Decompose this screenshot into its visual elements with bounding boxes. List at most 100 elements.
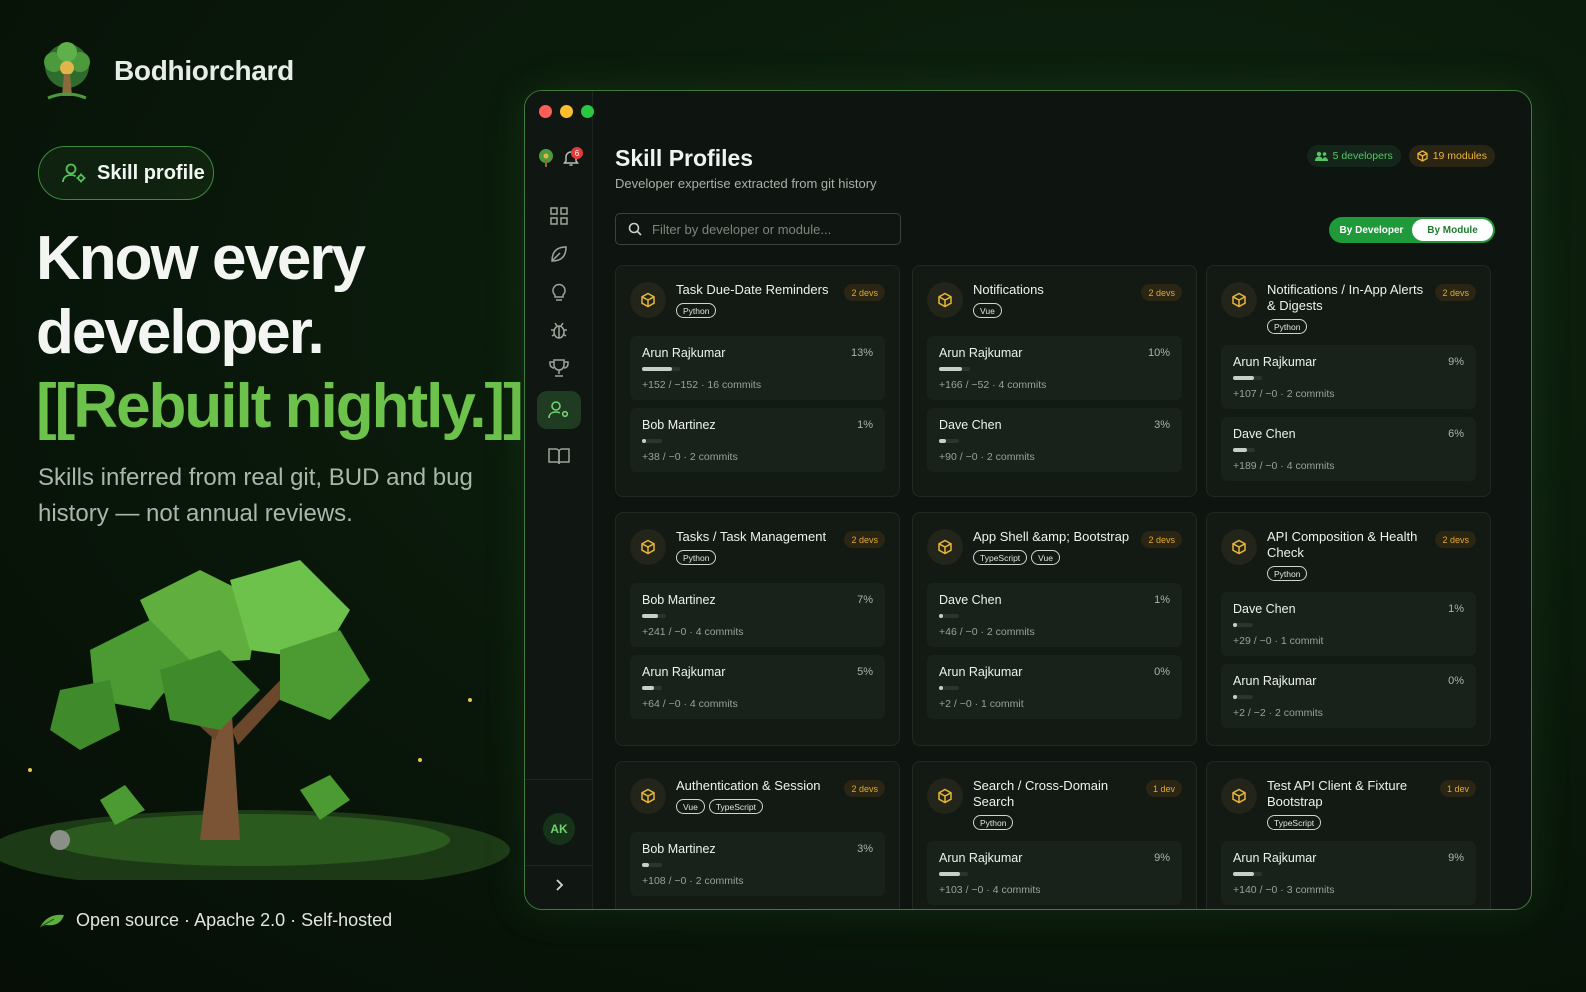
contributor-name: Arun Rajkumar <box>939 346 1023 360</box>
search-field[interactable] <box>615 213 901 245</box>
app-window: 6 AK Skill Profiles Developer expertise … <box>524 90 1532 910</box>
devs-count-badge: 2 devs <box>1141 531 1182 548</box>
module-card[interactable]: Notifications / In-App Alerts & Digests 2… <box>1206 265 1491 497</box>
cube-icon <box>938 292 952 308</box>
module-title: Notifications / In-App Alerts & Digests <box>1267 282 1424 313</box>
toggle-by-developer[interactable]: By Developer <box>1331 219 1412 241</box>
contribution-stats: +241 / −0 · 4 commits <box>642 626 744 638</box>
module-card-header: Notifications / In-App Alerts & Digests 2… <box>1207 266 1490 334</box>
contribution-stats: +152 / −152 · 16 commits <box>642 379 762 391</box>
contribution-stats: +46 / −0 · 2 commits <box>939 626 1035 638</box>
contributor-row[interactable]: Dave Chen 3% +90 / −0 · 2 commits <box>927 408 1182 472</box>
contributor-name: Arun Rajkumar <box>1233 355 1317 369</box>
contributor-name: Bob Martinez <box>642 842 716 856</box>
tree-logo-icon[interactable] <box>535 147 557 169</box>
devs-count-badge: 2 devs <box>1141 284 1182 301</box>
language-tags: Vue <box>973 303 1182 318</box>
contributor-row[interactable]: Arun Rajkumar 10% +166 / −52 · 4 commits <box>927 336 1182 400</box>
contributor-row[interactable]: Dave Chen 1% +29 / −0 · 1 commit <box>1221 592 1476 656</box>
module-card[interactable]: Tasks / Task Management 2 devs Python Bob M… <box>615 512 900 746</box>
dashboard-grid-icon <box>550 207 568 225</box>
contribution-percent: 5% <box>857 666 873 678</box>
contributor-name: Bob Martinez <box>642 593 716 607</box>
contribution-percent: 1% <box>1448 603 1464 615</box>
nav-leaf[interactable] <box>537 235 581 273</box>
module-card[interactable]: API Composition & Health Check 2 devs Pyth… <box>1206 512 1491 746</box>
module-title: Tasks / Task Management <box>676 529 827 544</box>
pill-label: Skill profile <box>97 161 205 184</box>
module-title: Notifications <box>973 282 1044 297</box>
nav-skill-profiles[interactable] <box>537 391 581 429</box>
toggle-by-module[interactable]: By Module <box>1412 219 1493 241</box>
module-card-header: Tasks / Task Management 2 devs Python <box>616 513 899 565</box>
search-input[interactable] <box>652 221 882 237</box>
contribution-bar <box>642 439 662 443</box>
nav-dashboard[interactable] <box>537 197 581 235</box>
contributor-row[interactable]: Arun Rajkumar 0% +2 / −2 · 2 commits <box>1221 664 1476 728</box>
maximize-window-button[interactable] <box>581 105 594 118</box>
cube-icon <box>938 539 952 555</box>
card-spacer <box>616 318 899 336</box>
contribution-bar-fill <box>939 367 962 371</box>
modules-count-chip: 19 modules <box>1408 145 1495 167</box>
contributor-row[interactable]: Arun Rajkumar 9% +107 / −0 · 2 commits <box>1221 345 1476 409</box>
module-card[interactable]: Search / Cross-Domain Search 1 dev Python A… <box>912 761 1197 909</box>
contributor-row[interactable]: Dave Chen 6% +189 / −0 · 4 commits <box>1221 417 1476 481</box>
contribution-stats: +2 / −0 · 1 commit <box>939 698 1024 710</box>
language-tag: Vue <box>676 799 705 814</box>
contribution-stats: +140 / −0 · 3 commits <box>1233 884 1335 896</box>
close-window-button[interactable] <box>539 105 552 118</box>
page-subtitle: Developer expertise extracted from git h… <box>615 176 877 191</box>
language-tag: Vue <box>973 303 1002 318</box>
contributor-row[interactable]: Arun Rajkumar 13% +152 / −152 · 16 commits <box>630 336 885 400</box>
rail-divider <box>525 865 592 866</box>
module-title: Search / Cross-Domain Search <box>973 778 1109 809</box>
contribution-stats: +189 / −0 · 4 commits <box>1233 460 1335 472</box>
contributor-row[interactable]: Arun Rajkumar 5% +64 / −0 · 4 commits <box>630 655 885 719</box>
developers-count-chip: 5 developers <box>1306 145 1401 167</box>
contributor-row[interactable]: Arun Rajkumar 9% +103 / −0 · 4 commits <box>927 841 1182 905</box>
nav-docs[interactable] <box>537 437 581 475</box>
language-tag: Python <box>973 815 1014 830</box>
devs-count-badge: 2 devs <box>844 780 885 797</box>
devs-count-badge: 2 devs <box>1435 531 1476 548</box>
nav-leaderboard[interactable] <box>537 349 581 387</box>
contributor-row[interactable]: Bob Martinez 1% +38 / −0 · 2 commits <box>630 408 885 472</box>
contributor-name: Arun Rajkumar <box>1233 674 1317 688</box>
module-card[interactable]: Test API Client & Fixture Bootstrap 1 dev… <box>1206 761 1491 909</box>
contribution-bar-fill <box>939 614 943 618</box>
chevron-right-icon[interactable] <box>553 878 565 892</box>
module-card[interactable]: Authentication & Session 2 devs Vue TypeScr… <box>615 761 900 909</box>
module-card[interactable]: Notifications 2 devs Vue Arun Rajkumar 10% +1… <box>912 265 1197 497</box>
devs-count-badge: 1 dev <box>1439 780 1476 797</box>
notification-badge: 6 <box>571 147 583 159</box>
cube-icon <box>641 292 655 308</box>
contribution-percent: 7% <box>857 594 873 606</box>
contribution-bar <box>1233 872 1262 876</box>
nav-bugs[interactable] <box>537 311 581 349</box>
nav-insights[interactable] <box>537 273 581 311</box>
contributor-row[interactable]: Arun Rajkumar 9% +140 / −0 · 3 commits <box>1221 841 1476 905</box>
module-card[interactable]: Task Due-Date Reminders 2 devs Python Arun … <box>615 265 900 497</box>
contributor-row[interactable]: Arun Rajkumar 0% +2 / −0 · 1 commit <box>927 655 1182 719</box>
search-icon <box>628 222 642 236</box>
contributor-row[interactable]: Dave Chen 1% +46 / −0 · 2 commits <box>927 583 1182 647</box>
cube-icon <box>641 539 655 555</box>
contribution-bar <box>1233 695 1253 699</box>
headline: Know every developer. [[Rebuilt nightly.… <box>36 222 524 444</box>
avatar[interactable]: AK <box>543 813 575 845</box>
footer-line: Open source · Apache 2.0 · Self-hosted <box>38 910 392 931</box>
minimize-window-button[interactable] <box>560 105 573 118</box>
contribution-stats: +108 / −0 · 2 commits <box>642 875 744 887</box>
contribution-bar <box>1233 448 1255 452</box>
contribution-bar-fill <box>1233 623 1237 627</box>
module-card-header: Task Due-Date Reminders 2 devs Python <box>616 266 899 318</box>
contributor-row[interactable]: Bob Martinez 3% +108 / −0 · 2 commits <box>630 832 885 896</box>
module-card-header: App Shell &amp; Bootstrap 2 devs TypeScrip… <box>913 513 1196 565</box>
sidebar-rail: 6 AK <box>525 91 594 909</box>
contributor-row[interactable]: Bob Martinez 7% +241 / −0 · 4 commits <box>630 583 885 647</box>
language-tag: TypeScript <box>708 799 763 814</box>
module-card-header: Search / Cross-Domain Search 1 dev Python <box>913 762 1196 830</box>
module-card[interactable]: App Shell &amp; Bootstrap 2 devs TypeScrip… <box>912 512 1197 746</box>
contribution-percent: 10% <box>1147 347 1170 359</box>
